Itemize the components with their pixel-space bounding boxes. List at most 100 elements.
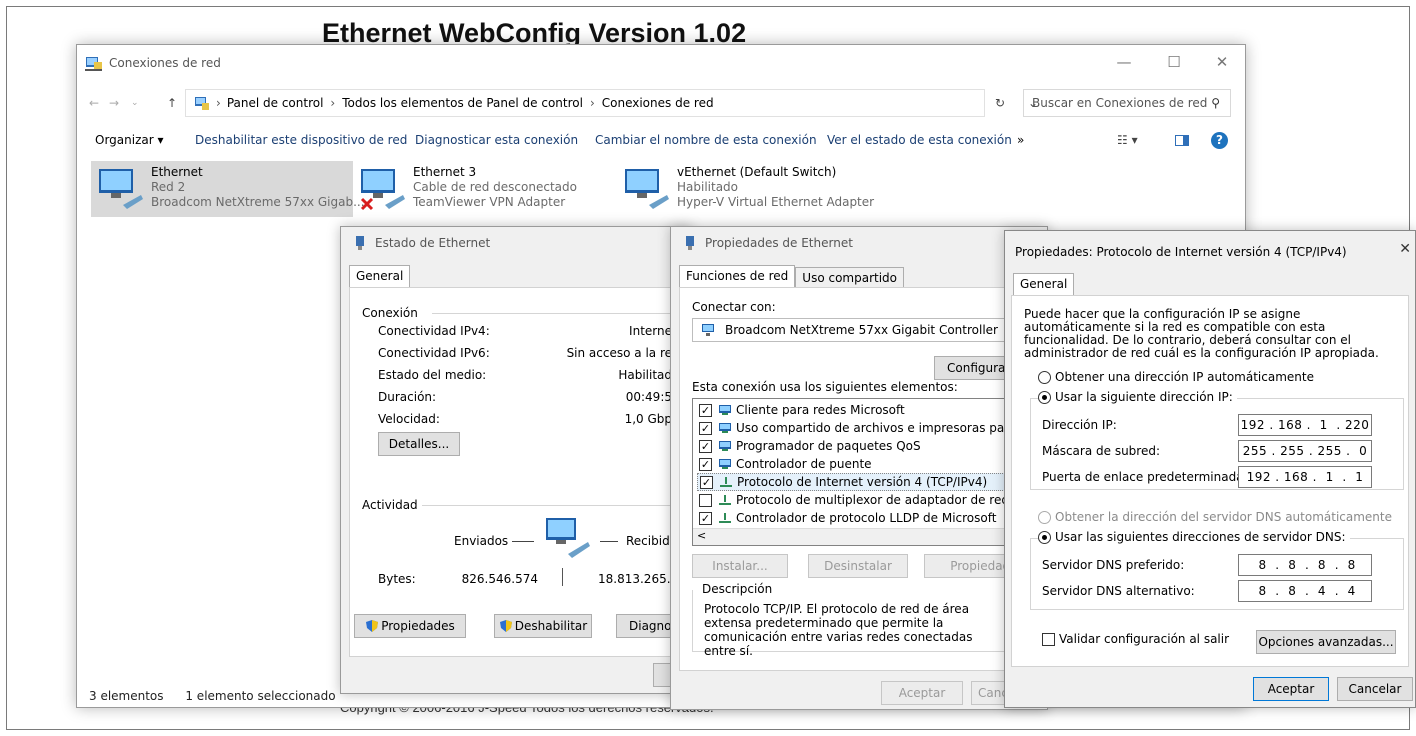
breadcrumb-item[interactable]: Todos los elementos de Panel de control — [342, 96, 583, 110]
auto-dns-label: Obtener la dirección del servidor DNS au… — [1055, 510, 1392, 524]
organize-menu[interactable]: Organizar ▾ — [95, 133, 164, 147]
advanced-options-button[interactable]: Opciones avanzadas... — [1256, 630, 1396, 654]
disable-device-command[interactable]: Deshabilitar este dispositivo de red — [195, 133, 407, 147]
horizontal-scrollbar[interactable]: < > — [693, 528, 1049, 545]
manual-ip-radio[interactable]: Usar la siguiente dirección IP: — [1038, 390, 1237, 404]
search-icon[interactable]: ⚲ — [1211, 96, 1220, 110]
radio-on[interactable] — [1038, 530, 1051, 544]
network-activity-icon — [546, 518, 590, 558]
auto-dns-radio[interactable]: Obtener la dirección del servidor DNS au… — [1038, 510, 1392, 524]
ok-button[interactable]: Aceptar — [1253, 677, 1329, 701]
uninstall-button[interactable]: Desinstalar — [808, 554, 908, 578]
tab-sharing[interactable]: Uso compartido — [795, 267, 905, 287]
alternate-dns-input[interactable]: 8 . 8 . 4 . 4 — [1238, 580, 1372, 602]
speed-value: 1,0 Gbp — [624, 412, 672, 426]
adapter-item[interactable]: vEthernet (Default Switch) Habilitado Hy… — [623, 161, 923, 217]
connection-group-label: Conexión — [362, 306, 418, 320]
adapter-network: Red 2 — [151, 180, 186, 194]
auto-ip-radio[interactable]: Obtener una dirección IP automáticamente — [1038, 370, 1314, 384]
close-icon[interactable]: ✕ — [1211, 51, 1233, 73]
ip-address-input[interactable]: 192 . 168 . 1 . 220 — [1238, 414, 1372, 436]
properties-tabs: Funciones de red Uso compartido — [679, 265, 905, 287]
ipv4-tabs: General — [1013, 273, 1075, 295]
status-dialog-titlebar: Estado de Ethernet — [341, 227, 691, 259]
search-input[interactable]: Buscar en Conexiones de red ⚲ — [1023, 89, 1231, 117]
up-icon[interactable]: ↑ — [167, 89, 177, 117]
checkbox-checked[interactable]: ✓ — [699, 439, 712, 453]
components-list[interactable]: ✓ Cliente para redes Microsoft ✓ Uso compa… — [692, 398, 1050, 546]
install-button[interactable]: Instalar... — [692, 554, 788, 578]
network-adapter-icon — [97, 165, 145, 213]
checkbox-unchecked[interactable] — [699, 493, 712, 507]
maximize-icon[interactable]: ☐ — [1163, 51, 1185, 73]
gateway-label: Puerta de enlace predeterminada: — [1042, 470, 1248, 484]
list-item-label: Cliente para redes Microsoft — [736, 403, 905, 417]
gateway-input[interactable]: 192 . 168 . 1 . 1 — [1238, 466, 1372, 488]
cancel-button[interactable]: Cancelar — [1337, 677, 1413, 701]
description-text: Protocolo TCP/IP. El protocolo de red de… — [704, 602, 973, 658]
control-panel-icon — [195, 97, 209, 110]
more-commands[interactable]: » — [1017, 133, 1024, 147]
list-item-selected[interactable]: ✓ Protocolo de Internet versión 4 (TCP/IP… — [697, 473, 1045, 491]
list-item[interactable]: ✓ Cliente para redes Microsoft — [699, 401, 905, 419]
media-state-label: Estado del medio: — [378, 368, 487, 382]
rename-command[interactable]: Cambiar el nombre de esta conexión — [595, 133, 817, 147]
list-item[interactable]: ✓ Controlador de protocolo LLDP de Micros… — [699, 509, 996, 527]
checkbox-checked[interactable]: ✓ — [700, 475, 713, 489]
list-item-label: Controlador de puente — [736, 457, 872, 471]
tab-general[interactable]: General — [1013, 273, 1075, 295]
minimize-icon[interactable]: — — [1113, 51, 1135, 73]
manual-dns-radio[interactable]: Usar las siguientes direcciones de servi… — [1038, 530, 1350, 544]
help-icon[interactable]: ? — [1211, 131, 1228, 149]
list-item[interactable]: ✓ Controlador de puente — [699, 455, 872, 473]
adapter-network: Cable de red desconectado — [413, 180, 577, 194]
breadcrumb-item[interactable]: Panel de control — [227, 96, 324, 110]
checkbox-unchecked[interactable] — [1042, 632, 1055, 646]
bytes-divider — [562, 568, 563, 586]
radio-disabled[interactable] — [1038, 510, 1051, 524]
checkbox-checked[interactable]: ✓ — [699, 403, 712, 417]
refresh-icon[interactable]: ↻ — [995, 89, 1005, 117]
list-item[interactable]: ✓ Uso compartido de archivos e impresoras… — [699, 419, 1049, 437]
breadcrumb-item[interactable]: Conexiones de red — [602, 96, 714, 110]
checkbox-checked[interactable]: ✓ — [699, 511, 712, 525]
radio-on[interactable] — [1038, 390, 1051, 404]
list-item-label: Programador de paquetes QoS — [736, 439, 921, 453]
adapter-item[interactable]: Ethernet Red 2 Broadcom NetXtreme 57xx G… — [91, 161, 365, 217]
checkbox-checked[interactable]: ✓ — [699, 457, 712, 471]
adapter-device: TeamViewer VPN Adapter — [413, 195, 566, 209]
validate-checkbox[interactable]: Validar configuración al salir — [1042, 632, 1229, 646]
accept-button[interactable]: Aceptar — [881, 681, 963, 705]
alternate-dns-label: Servidor DNS alternativo: — [1042, 584, 1195, 598]
selection-count: 1 elemento seleccionado — [185, 689, 336, 703]
back-icon[interactable]: ← — [89, 89, 99, 117]
tab-network-functions[interactable]: Funciones de red — [679, 265, 796, 287]
ipv4-dialog-titlebar: Propiedades: Protocolo de Internet versi… — [1005, 231, 1415, 273]
scroll-left-icon[interactable]: < — [697, 529, 706, 542]
view-status-command[interactable]: Ver el estado de esta conexión — [827, 133, 1012, 147]
recent-chevron-icon[interactable]: ⌄ — [131, 89, 139, 117]
manual-ip-label: Usar la siguiente dirección IP: — [1055, 390, 1233, 404]
preview-pane-icon[interactable] — [1175, 134, 1189, 146]
details-button[interactable]: Detalles... — [378, 432, 460, 456]
adapter-name: Ethernet — [151, 165, 203, 179]
disable-button[interactable]: Deshabilitar — [494, 614, 592, 638]
sent-label: Enviados — [454, 534, 509, 548]
tab-general[interactable]: General — [349, 265, 411, 287]
properties-button[interactable]: Propiedades — [354, 614, 466, 638]
forward-icon[interactable]: → — [109, 89, 119, 117]
radio-off[interactable] — [1038, 370, 1051, 384]
checkbox-checked[interactable]: ✓ — [699, 421, 712, 435]
preferred-dns-input[interactable]: 8 . 8 . 8 . 8 — [1238, 554, 1372, 576]
subnet-mask-input[interactable]: 255 . 255 . 255 . 0 — [1238, 440, 1372, 462]
list-item[interactable]: ✓ Programador de paquetes QoS — [699, 437, 921, 455]
list-item[interactable]: Protocolo de multiplexor de adaptador de… — [699, 491, 1049, 509]
diagnose-command[interactable]: Diagnosticar esta conexión — [415, 133, 578, 147]
close-icon[interactable]: ✕ — [1399, 241, 1411, 257]
view-options-icon[interactable]: ☷ ▾ — [1117, 133, 1138, 147]
ipv4-connectivity-label: Conectividad IPv4: — [378, 324, 490, 338]
client-icon — [718, 404, 732, 416]
adapter-item[interactable]: Ethernet 3 Cable de red desconectado Tea… — [359, 161, 599, 217]
address-bar[interactable]: › Panel de control › Todos los elementos… — [185, 89, 1038, 117]
properties-dialog-title: Propiedades de Ethernet — [705, 236, 853, 250]
